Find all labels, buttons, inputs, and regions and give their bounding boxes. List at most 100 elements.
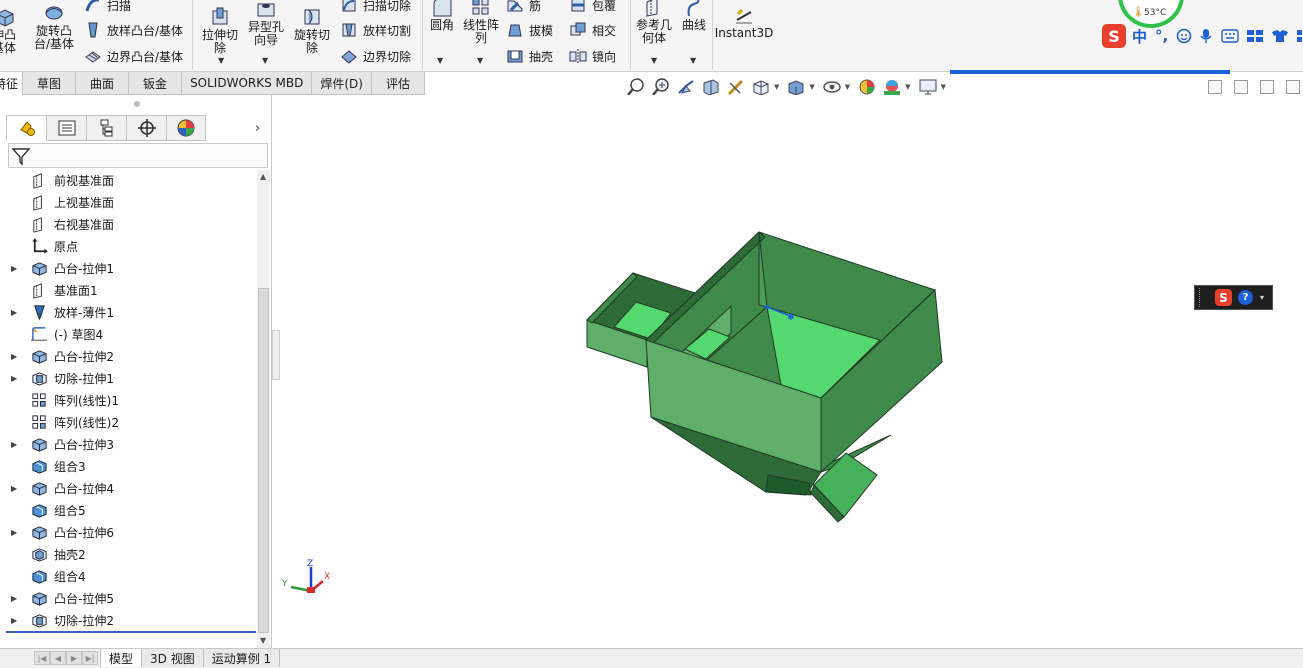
expand-arrow-icon[interactable]: ▶ [11,308,17,317]
tab-features[interactable]: 特征 [0,72,24,95]
swept-cut-button[interactable]: 扫描切除 [340,0,411,14]
graphics-area[interactable]: ✱ Z Y X S ? ▾ [281,95,1303,650]
tree-item[interactable]: 右视基准面 [0,213,256,235]
first-tab-icon[interactable]: |◀ [34,651,50,665]
expand-arrow-icon[interactable]: ▶ [11,440,17,449]
tree-item[interactable]: 阵列(线性)2 [0,411,256,433]
tree-item[interactable]: ▶ 凸台-拉伸4 [0,477,256,499]
view-orientation-icon[interactable] [751,77,771,97]
hide-show-dropdown-icon[interactable]: ▼ [845,83,850,91]
rib-button[interactable]: 筋 [506,0,541,14]
tree-item[interactable]: ▶ 凸台-拉伸3 [0,433,256,455]
tree-item[interactable]: ▶ 凸台-拉伸2 [0,345,256,367]
tree-item[interactable]: ▶ 放样-薄件1 [0,301,256,323]
tree-item[interactable]: 组合4 [0,565,256,587]
tab-sheet-metal[interactable]: 钣金 [129,72,183,95]
expand-arrow-icon[interactable]: ▶ [11,594,17,603]
restore-right-icon[interactable] [1234,80,1248,94]
revolve-boss-button[interactable]: 旋转凸 台/基体 [34,2,74,51]
expand-arrow-icon[interactable]: ▶ [11,484,17,493]
ime-emoji-icon[interactable] [1176,28,1192,44]
reference-geometry-dropdown-icon[interactable]: ▼ [651,56,657,65]
ime-help-icon[interactable]: ? [1238,290,1253,305]
more-tabs-chevron-icon[interactable]: › [255,121,260,136]
ime-float-logo-icon[interactable]: S [1215,289,1232,306]
ime-mode-toggle[interactable]: 中 [1132,26,1147,47]
revolve-cut-button[interactable]: 旋转切 除 [292,6,332,55]
ime-menu-icon[interactable] [1296,29,1303,43]
extrude-cut-dropdown-icon[interactable]: ▼ [218,56,224,65]
tree-item[interactable]: 基准面1 [0,279,256,301]
tree-scrollbar[interactable]: ▲ ▼ [257,170,270,648]
feature-tree-filter[interactable] [8,143,268,168]
loft-button[interactable]: 放样凸台/基体 [84,21,183,39]
view-orientation-dropdown-icon[interactable]: ▼ [774,83,779,91]
linear-pattern-dropdown-icon[interactable]: ▼ [477,56,483,65]
model-3d-view[interactable]: ✱ [281,95,1303,650]
boundary-cut-button[interactable]: 边界切除 [340,47,411,65]
ime-microphone-icon[interactable] [1200,28,1212,44]
expand-arrow-icon[interactable]: ▶ [11,352,17,361]
tab-model[interactable]: 模型 [100,649,143,667]
panel-splitter[interactable] [272,330,280,380]
zoom-to-fit-icon[interactable] [626,77,646,97]
expand-arrow-icon[interactable]: ▶ [11,264,17,273]
scroll-down-icon[interactable]: ▼ [260,636,266,645]
tab-motion-study-1[interactable]: 运动算例 1 [203,649,281,667]
curves-dropdown-icon[interactable]: ▼ [690,56,696,65]
tree-item[interactable]: ▶ 凸台-拉伸6 [0,521,256,543]
tab-feature-manager[interactable] [6,115,46,141]
expand-arrow-icon[interactable]: ▶ [11,616,17,625]
minimize-doc-icon[interactable] [1260,80,1274,94]
scroll-thumb[interactable] [258,288,269,633]
ime-punctuation-toggle[interactable]: °, [1155,27,1168,45]
display-style-dropdown-icon[interactable]: ▼ [809,83,814,91]
tab-configuration-manager[interactable] [86,115,126,141]
extrude-cut-button[interactable]: 拉伸切 除 [200,6,240,55]
tree-item[interactable]: 前视基准面 [0,169,256,191]
dynamic-annotation-icon[interactable] [726,77,746,97]
last-tab-icon[interactable]: ▶| [82,651,98,665]
reference-geometry-button[interactable]: 参考几 何体 [634,0,674,45]
restore-left-icon[interactable] [1208,80,1222,94]
tab-dimxpert-manager[interactable] [126,115,166,141]
fillet-button[interactable]: 圆角 [428,0,456,32]
restore-doc-icon[interactable] [1286,80,1300,94]
scroll-up-icon[interactable]: ▲ [260,172,266,181]
extrude-boss-button[interactable]: 伸凸 基体 [0,6,16,55]
hole-wizard-button[interactable]: 异型孔 向导 [246,0,286,47]
prev-tab-icon[interactable]: ◀ [50,651,66,665]
ime-toolbox-icon[interactable] [1246,29,1264,43]
draft-button[interactable]: 拔模 [506,21,553,39]
wrap-button[interactable]: 包覆 [569,0,616,14]
mirror-button[interactable]: 镜向 [569,47,616,65]
ime-floating-bar[interactable]: S ? ▾ [1194,285,1273,310]
tree-item[interactable]: 原点 [0,235,256,257]
hide-show-items-icon[interactable] [822,77,842,97]
tree-item[interactable]: 组合5 [0,499,256,521]
ime-float-menu-icon[interactable]: ▾ [1260,293,1264,302]
tree-item[interactable]: (-) 草图4 [0,323,256,345]
expand-arrow-icon[interactable]: ▶ [11,374,17,383]
linear-pattern-button[interactable]: 线性阵 列 [460,0,502,45]
instant3d-button[interactable]: Instant3D [715,4,773,40]
tree-item[interactable]: 抽壳2 [0,543,256,565]
tree-item[interactable]: ▶ 切除-拉伸2 [0,609,256,631]
tree-item[interactable]: 阵列(线性)1 [0,389,256,411]
sogou-logo-icon[interactable]: S [1102,24,1126,48]
edit-appearance-icon[interactable] [857,77,877,97]
display-style-icon[interactable] [786,77,806,97]
expand-arrow-icon[interactable]: ▶ [11,528,17,537]
tab-sketch[interactable]: 草图 [23,72,77,95]
tab-3d-views[interactable]: 3D 视图 [142,649,204,667]
tree-item[interactable]: ▶ 凸台-拉伸1 [0,257,256,279]
tab-solidworks-mbd[interactable]: SOLIDWORKS MBD [182,72,313,95]
lofted-cut-button[interactable]: 放样切割 [340,21,411,39]
tree-item[interactable]: 上视基准面 [0,191,256,213]
tab-display-manager[interactable] [166,115,206,141]
intersect-button[interactable]: 相交 [569,21,616,39]
previous-view-icon[interactable] [676,77,696,97]
view-settings-dropdown-icon[interactable]: ▼ [941,83,946,91]
section-view-icon[interactable] [701,77,721,97]
apply-scene-icon[interactable] [882,77,902,97]
